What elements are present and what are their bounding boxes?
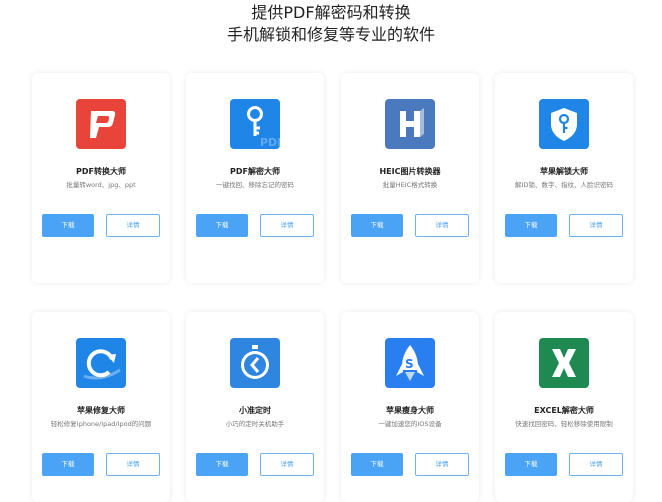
- pdf-p-icon: [76, 99, 126, 149]
- product-card-apple-slim: S 苹果瘦身大师 一键加速您的IOS设备 下载 详情: [341, 312, 479, 502]
- card-title: 小准定时: [239, 406, 271, 415]
- product-card-apple-unlock: 苹果解锁大师 解ID锁、数字、指纹、人脸识密码 下载 详情: [495, 73, 633, 283]
- download-button[interactable]: 下载: [42, 214, 94, 237]
- details-button[interactable]: 详情: [569, 214, 623, 237]
- key-icon: PDF: [230, 99, 280, 149]
- heading-line-1: 提供PDF解密码和转换: [251, 3, 411, 22]
- heic-h-icon: [385, 99, 435, 149]
- card-description: 解ID锁、数字、指纹、人脸识密码: [515, 181, 613, 189]
- details-button[interactable]: 详情: [106, 214, 160, 237]
- details-button[interactable]: 详情: [415, 453, 469, 476]
- card-title: 苹果瘦身大师: [386, 406, 434, 415]
- rocket-icon: S: [385, 338, 435, 388]
- product-card-pdf-decrypt: PDF PDF解密大师 一键找回、移除忘记的密码 下载 详情: [186, 73, 324, 283]
- card-title: PDF解密大师: [230, 167, 280, 176]
- card-title: EXCEL解密大师: [534, 406, 594, 415]
- svg-text:PDF: PDF: [260, 136, 280, 149]
- download-button[interactable]: 下载: [42, 453, 94, 476]
- excel-x-icon: [539, 338, 589, 388]
- details-button[interactable]: 详情: [415, 214, 469, 237]
- card-title: HEIC图片转换器: [379, 167, 441, 176]
- product-card-apple-repair: 苹果修复大师 轻松修复Iphone/Ipad/Ipod的问题 下载 详情: [32, 312, 170, 502]
- card-title: 苹果修复大师: [77, 406, 125, 415]
- card-description: 批量转word、jpg、ppt: [66, 181, 136, 189]
- download-button[interactable]: 下载: [196, 453, 248, 476]
- details-button[interactable]: 详情: [569, 453, 623, 476]
- details-button[interactable]: 详情: [106, 453, 160, 476]
- download-button[interactable]: 下载: [505, 453, 557, 476]
- card-title: PDF转换大师: [76, 167, 126, 176]
- download-button[interactable]: 下载: [351, 214, 403, 237]
- card-description: 一键加速您的IOS设备: [378, 420, 442, 428]
- product-card-pdf-converter: PDF转换大师 批量转word、jpg、ppt 下载 详情: [32, 73, 170, 283]
- card-description: 一键找回、移除忘记的密码: [216, 181, 294, 189]
- download-button[interactable]: 下载: [505, 214, 557, 237]
- download-button[interactable]: 下载: [351, 453, 403, 476]
- product-card-timer: 小准定时 小巧的定时关机助手 下载 详情: [186, 312, 324, 502]
- card-title: 苹果解锁大师: [540, 167, 588, 176]
- product-card-excel-decrypt: EXCEL解密大师 快速找回密码，轻松移除使用限制 下载 详情: [495, 312, 633, 502]
- card-description: 批量HEIC格式转换: [382, 181, 438, 189]
- download-button[interactable]: 下载: [196, 214, 248, 237]
- details-button[interactable]: 详情: [260, 453, 314, 476]
- details-button[interactable]: 详情: [260, 214, 314, 237]
- product-card-heic-converter: HEIC图片转换器 批量HEIC格式转换 下载 详情: [341, 73, 479, 283]
- shield-key-icon: [539, 99, 589, 149]
- card-description: 轻松修复Iphone/Ipad/Ipod的问题: [50, 420, 152, 428]
- svg-text:S: S: [405, 357, 414, 371]
- restore-icon: [76, 338, 126, 388]
- heading-line-2: 手机解锁和修复等专业的软件: [226, 25, 435, 44]
- card-description: 快速找回密码，轻松移除使用限制: [515, 420, 613, 428]
- timer-icon: [230, 338, 280, 388]
- card-description: 小巧的定时关机助手: [225, 420, 285, 428]
